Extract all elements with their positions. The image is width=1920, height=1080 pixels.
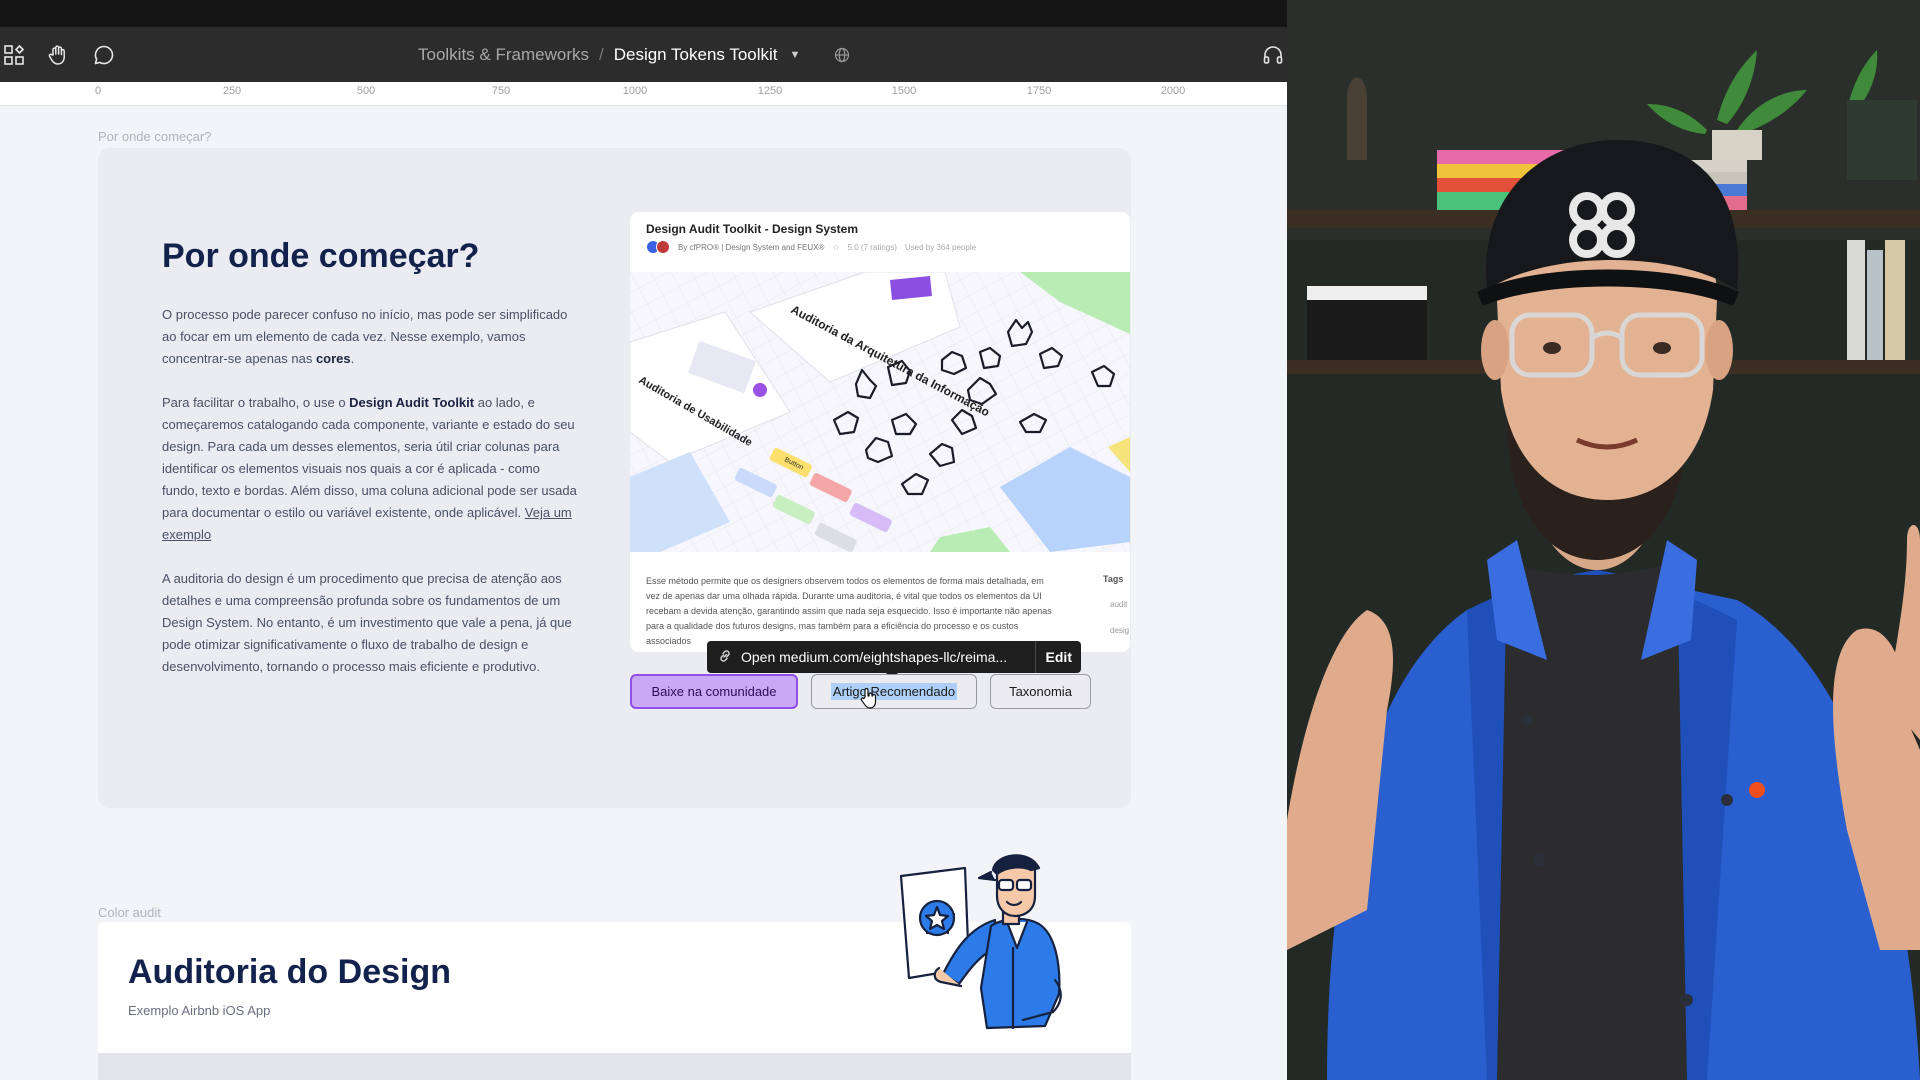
preview-description: Esse método permite que os designers obs… [646, 576, 1052, 646]
breadcrumb-project[interactable]: Toolkits & Frameworks [418, 45, 589, 65]
paragraph-intro: O processo pode parecer confuso no iníci… [162, 304, 577, 370]
hand-tool-icon[interactable] [44, 41, 72, 69]
ruler-mark: 500 [356, 85, 376, 97]
recommended-article-label: Artigo Recomendado [830, 683, 958, 700]
frame-label-color-audit[interactable]: Color audit [98, 905, 161, 920]
table-header-strip [98, 1053, 1131, 1080]
link-url: Open medium.com/eightshapes-llc/reima... [741, 649, 1008, 665]
ruler-mark: 2000 [1160, 85, 1186, 97]
preview-title: Design Audit Toolkit - Design System [646, 222, 859, 236]
presenter-video [1287, 0, 1920, 1080]
chevron-down-icon[interactable]: ▼ [790, 49, 801, 61]
paragraph-audit: A auditoria do design é um procedimento … [162, 571, 572, 674]
preview-tag: desig [1110, 626, 1130, 635]
paragraph-intro-text: O processo pode parecer confuso no iníci… [162, 307, 568, 366]
preview-tags-title: Tags [1103, 574, 1124, 584]
paragraph-toolkit-start: Para facilitar o trabalho, o use o [162, 395, 350, 410]
comment-icon[interactable] [90, 41, 118, 69]
preview-used-by: Used by 364 people [904, 242, 977, 252]
ruler-mark: 1750 [1026, 85, 1052, 97]
recommended-article-button[interactable]: Artigo Recomendado [811, 674, 977, 709]
top-toolbar: Toolkits & Frameworks / Design Tokens To… [0, 27, 1287, 82]
paragraph-toolkit: Para facilitar o trabalho, o use o Desig… [162, 392, 577, 546]
edit-link-button[interactable]: Edit [1036, 649, 1081, 665]
open-link[interactable]: Open medium.com/eightshapes-llc/reima... [707, 648, 1035, 667]
ruler-mark: 1500 [891, 85, 917, 97]
link-icon [717, 648, 733, 667]
webcam-feed [1287, 0, 1920, 1080]
avatar [646, 240, 670, 254]
globe-icon[interactable] [834, 47, 850, 63]
preview-cover-image: Auditoria da Arquitetura da Informação A… [630, 272, 1130, 552]
bold-design-audit-toolkit: Design Audit Toolkit [349, 395, 475, 410]
section2-heading: Auditoria do Design [128, 953, 451, 991]
section-heading: Por onde começar? [162, 237, 480, 275]
os-top-bar [0, 0, 1287, 27]
horizontal-ruler: 0 250 500 750 1000 1250 1500 1750 2000 [0, 82, 1287, 106]
ruler-mark: 0 [94, 85, 102, 97]
paragraph-toolkit-text: ao lado, e começaremos catalogando cada … [162, 395, 577, 520]
bold-cores: cores [315, 351, 351, 366]
ruler-mark: 750 [491, 85, 511, 97]
ruler-mark: 250 [222, 85, 242, 97]
hand-cursor-icon [860, 687, 877, 709]
components-icon[interactable] [0, 41, 28, 69]
section2-subtitle: Exemplo Airbnb iOS App [128, 1003, 271, 1018]
period: . [350, 351, 355, 366]
screen: Toolkits & Frameworks / Design Tokens To… [0, 0, 1920, 1080]
community-file-preview[interactable]: Design Audit Toolkit - Design System By … [630, 212, 1130, 652]
designer-illustration [899, 854, 1062, 1030]
ruler-mark: 1250 [757, 85, 783, 97]
preview-rating: 5.0 (7 ratings) [847, 242, 897, 252]
preview-author: By cfPRO® | Design System and FEUX® [678, 242, 825, 252]
preview-tag: audit [1110, 600, 1128, 609]
breadcrumb-separator: / [598, 44, 604, 64]
download-community-button[interactable]: Baixe na comunidade [630, 674, 798, 709]
link-tooltip: Open medium.com/eightshapes-llc/reima...… [707, 641, 1081, 673]
breadcrumb: Toolkits & Frameworks / Design Tokens To… [418, 27, 850, 82]
preview-meta: By cfPRO® | Design System and FEUX® ☆ 5.… [646, 240, 976, 254]
ruler-mark: 1000 [622, 85, 648, 97]
star-icon: ☆ [832, 242, 840, 252]
figma-window: Toolkits & Frameworks / Design Tokens To… [0, 0, 1287, 1080]
taxonomy-button[interactable]: Taxonomia [990, 674, 1091, 709]
frame-label-start[interactable]: Por onde começar? [98, 129, 211, 144]
file-name[interactable]: Design Tokens Toolkit [614, 45, 778, 65]
headphones-icon[interactable] [1259, 41, 1287, 69]
